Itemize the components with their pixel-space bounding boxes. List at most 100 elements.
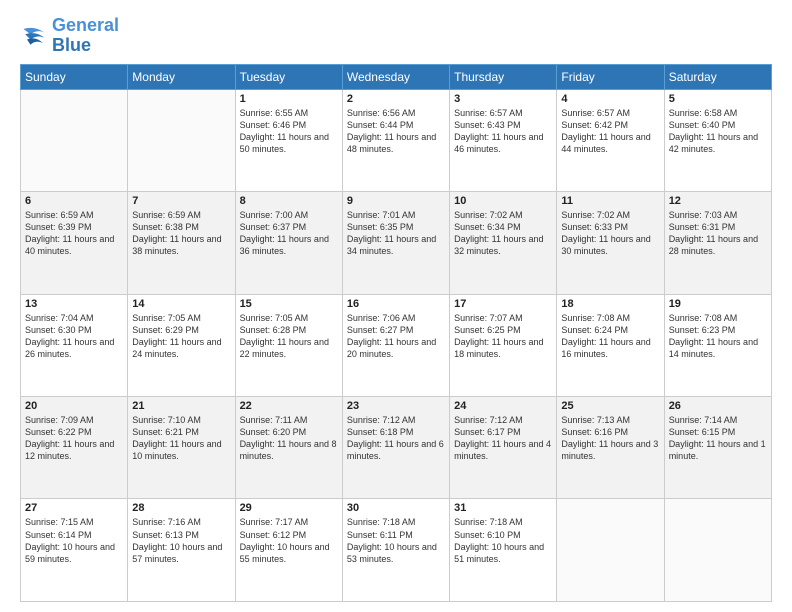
day-info: Sunrise: 7:06 AM Sunset: 6:27 PM Dayligh… xyxy=(347,312,445,361)
calendar-cell: 11 Sunrise: 7:02 AM Sunset: 6:33 PM Dayli… xyxy=(557,192,664,294)
calendar-cell: 12 Sunrise: 7:03 AM Sunset: 6:31 PM Dayli… xyxy=(664,192,771,294)
day-number: 20 xyxy=(25,400,123,412)
header: General Blue xyxy=(20,16,772,56)
day-info: Sunrise: 7:08 AM Sunset: 6:23 PM Dayligh… xyxy=(669,312,767,361)
calendar-cell: 17Sunrise: 7:07 AM Sunset: 6:25 PM Dayli… xyxy=(450,294,557,396)
day-number: 15 xyxy=(240,298,338,310)
calendar-day-header: Thursday xyxy=(450,64,557,89)
calendar-cell: 15 Sunrise: 7:05 AM Sunset: 6:28 PM Dayli… xyxy=(235,294,342,396)
day-number: 13 xyxy=(25,298,123,310)
day-number: 19 xyxy=(669,298,767,310)
calendar-cell: 16 Sunrise: 7:06 AM Sunset: 6:27 PM Dayli… xyxy=(342,294,449,396)
day-number: 2 xyxy=(347,93,445,105)
day-info: Sunrise: 6:55 AM Sunset: 6:46 PM Dayligh… xyxy=(240,107,338,156)
day-info: Sunrise: 7:18 AM Sunset: 6:11 PM Dayligh… xyxy=(347,516,445,565)
calendar-cell: 5 Sunrise: 6:58 AM Sunset: 6:40 PM Daylig… xyxy=(664,89,771,191)
calendar-cell: 14Sunrise: 7:05 AM Sunset: 6:29 PM Dayli… xyxy=(128,294,235,396)
day-info: Sunrise: 7:12 AM Sunset: 6:17 PM Dayligh… xyxy=(454,414,552,463)
calendar-cell: 7 Sunrise: 6:59 AM Sunset: 6:38 PM Daylig… xyxy=(128,192,235,294)
logo-text: General Blue xyxy=(52,16,119,56)
logo-icon xyxy=(20,22,48,50)
calendar-header-row: SundayMondayTuesdayWednesdayThursdayFrid… xyxy=(21,64,772,89)
day-number: 27 xyxy=(25,502,123,514)
calendar-cell: 21Sunrise: 7:10 AM Sunset: 6:21 PM Dayli… xyxy=(128,397,235,499)
calendar-cell: 29 Sunrise: 7:17 AM Sunset: 6:12 PM Dayli… xyxy=(235,499,342,602)
day-info: Sunrise: 7:01 AM Sunset: 6:35 PM Dayligh… xyxy=(347,209,445,258)
day-number: 4 xyxy=(561,93,659,105)
day-number: 25 xyxy=(561,400,659,412)
day-number: 28 xyxy=(132,502,230,514)
day-info: Sunrise: 6:58 AM Sunset: 6:40 PM Dayligh… xyxy=(669,107,767,156)
day-info: Sunrise: 7:04 AM Sunset: 6:30 PM Dayligh… xyxy=(25,312,123,361)
day-number: 30 xyxy=(347,502,445,514)
day-number: 12 xyxy=(669,195,767,207)
calendar-cell: 2 Sunrise: 6:56 AM Sunset: 6:44 PM Daylig… xyxy=(342,89,449,191)
day-info: Sunrise: 7:02 AM Sunset: 6:33 PM Dayligh… xyxy=(561,209,659,258)
calendar-day-header: Friday xyxy=(557,64,664,89)
calendar-cell: 10Sunrise: 7:02 AM Sunset: 6:34 PM Dayli… xyxy=(450,192,557,294)
day-info: Sunrise: 6:57 AM Sunset: 6:42 PM Dayligh… xyxy=(561,107,659,156)
calendar-cell: 6Sunrise: 6:59 AM Sunset: 6:39 PM Daylig… xyxy=(21,192,128,294)
calendar-cell: 8Sunrise: 7:00 AM Sunset: 6:37 PM Daylig… xyxy=(235,192,342,294)
calendar-table: SundayMondayTuesdayWednesdayThursdayFrid… xyxy=(20,64,772,602)
calendar-cell: 30 Sunrise: 7:18 AM Sunset: 6:11 PM Dayli… xyxy=(342,499,449,602)
calendar-cell xyxy=(21,89,128,191)
day-info: Sunrise: 7:11 AM Sunset: 6:20 PM Dayligh… xyxy=(240,414,338,463)
calendar-cell: 4 Sunrise: 6:57 AM Sunset: 6:42 PM Daylig… xyxy=(557,89,664,191)
calendar-day-header: Monday xyxy=(128,64,235,89)
calendar-cell: 3Sunrise: 6:57 AM Sunset: 6:43 PM Daylig… xyxy=(450,89,557,191)
day-number: 26 xyxy=(669,400,767,412)
calendar-cell xyxy=(557,499,664,602)
day-info: Sunrise: 6:59 AM Sunset: 6:38 PM Dayligh… xyxy=(132,209,230,258)
day-number: 5 xyxy=(669,93,767,105)
calendar-cell: 1 Sunrise: 6:55 AM Sunset: 6:46 PM Daylig… xyxy=(235,89,342,191)
page: General Blue SundayMondayTuesdayWednesda… xyxy=(0,0,792,612)
day-info: Sunrise: 7:09 AM Sunset: 6:22 PM Dayligh… xyxy=(25,414,123,463)
day-number: 29 xyxy=(240,502,338,514)
day-number: 1 xyxy=(240,93,338,105)
day-number: 21 xyxy=(132,400,230,412)
calendar-day-header: Wednesday xyxy=(342,64,449,89)
calendar-day-header: Tuesday xyxy=(235,64,342,89)
calendar-cell: 27 Sunrise: 7:15 AM Sunset: 6:14 PM Dayli… xyxy=(21,499,128,602)
logo: General Blue xyxy=(20,16,119,56)
day-info: Sunrise: 7:14 AM Sunset: 6:15 PM Dayligh… xyxy=(669,414,767,463)
day-number: 8 xyxy=(240,195,338,207)
day-number: 18 xyxy=(561,298,659,310)
day-info: Sunrise: 7:03 AM Sunset: 6:31 PM Dayligh… xyxy=(669,209,767,258)
calendar-week-row: 20 Sunrise: 7:09 AM Sunset: 6:22 PM Dayli… xyxy=(21,397,772,499)
calendar-day-header: Sunday xyxy=(21,64,128,89)
day-info: Sunrise: 7:08 AM Sunset: 6:24 PM Dayligh… xyxy=(561,312,659,361)
calendar-week-row: 27 Sunrise: 7:15 AM Sunset: 6:14 PM Dayli… xyxy=(21,499,772,602)
day-info: Sunrise: 7:02 AM Sunset: 6:34 PM Dayligh… xyxy=(454,209,552,258)
day-info: Sunrise: 7:17 AM Sunset: 6:12 PM Dayligh… xyxy=(240,516,338,565)
day-number: 22 xyxy=(240,400,338,412)
day-info: Sunrise: 6:59 AM Sunset: 6:39 PM Dayligh… xyxy=(25,209,123,258)
calendar-cell: 13 Sunrise: 7:04 AM Sunset: 6:30 PM Dayli… xyxy=(21,294,128,396)
day-number: 11 xyxy=(561,195,659,207)
calendar-week-row: 1 Sunrise: 6:55 AM Sunset: 6:46 PM Daylig… xyxy=(21,89,772,191)
calendar-cell: 25 Sunrise: 7:13 AM Sunset: 6:16 PM Dayli… xyxy=(557,397,664,499)
day-info: Sunrise: 7:05 AM Sunset: 6:28 PM Dayligh… xyxy=(240,312,338,361)
calendar-cell: 22 Sunrise: 7:11 AM Sunset: 6:20 PM Dayli… xyxy=(235,397,342,499)
day-number: 14 xyxy=(132,298,230,310)
day-number: 17 xyxy=(454,298,552,310)
calendar-day-header: Saturday xyxy=(664,64,771,89)
calendar-cell xyxy=(664,499,771,602)
day-number: 3 xyxy=(454,93,552,105)
day-info: Sunrise: 7:18 AM Sunset: 6:10 PM Dayligh… xyxy=(454,516,552,565)
day-info: Sunrise: 7:13 AM Sunset: 6:16 PM Dayligh… xyxy=(561,414,659,463)
day-number: 16 xyxy=(347,298,445,310)
day-info: Sunrise: 7:16 AM Sunset: 6:13 PM Dayligh… xyxy=(132,516,230,565)
calendar-cell: 28 Sunrise: 7:16 AM Sunset: 6:13 PM Dayli… xyxy=(128,499,235,602)
calendar-cell xyxy=(128,89,235,191)
day-info: Sunrise: 6:56 AM Sunset: 6:44 PM Dayligh… xyxy=(347,107,445,156)
calendar-week-row: 6Sunrise: 6:59 AM Sunset: 6:39 PM Daylig… xyxy=(21,192,772,294)
day-info: Sunrise: 7:15 AM Sunset: 6:14 PM Dayligh… xyxy=(25,516,123,565)
day-number: 7 xyxy=(132,195,230,207)
calendar-cell: 26 Sunrise: 7:14 AM Sunset: 6:15 PM Dayli… xyxy=(664,397,771,499)
day-number: 31 xyxy=(454,502,552,514)
day-number: 24 xyxy=(454,400,552,412)
calendar-cell: 31 Sunrise: 7:18 AM Sunset: 6:10 PM Dayli… xyxy=(450,499,557,602)
calendar-cell: 9Sunrise: 7:01 AM Sunset: 6:35 PM Daylig… xyxy=(342,192,449,294)
